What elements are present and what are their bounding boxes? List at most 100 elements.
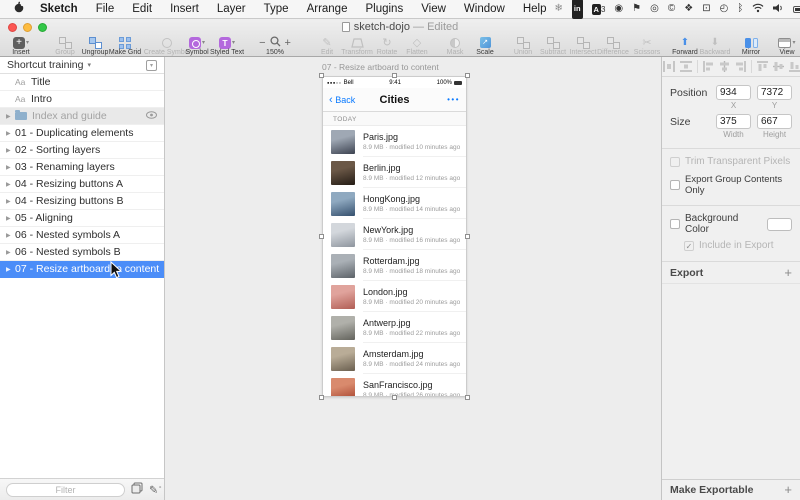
bookmark-status-icon[interactable]: ⚑ [632,0,641,18]
disclosure-triangle-icon[interactable]: ▶ [6,266,15,273]
layer-row-04-resizing-buttons-a[interactable]: ▶ 04 - Resizing buttons A [0,176,164,193]
page-list-toggle-icon[interactable]: ▾ [146,60,157,71]
scale-button[interactable]: ↗ Scale [472,36,498,56]
layer-row-03-renaming-layers[interactable]: ▶ 03 - Renaming layers [0,159,164,176]
artboard-title[interactable]: 07 - Resize artboard to content [322,62,467,72]
close-window-button[interactable] [8,23,17,32]
file-row-paris[interactable]: Paris.jpg8.9 MB · modified 10 minutes ag… [323,126,466,157]
layer-row-07-resize-artboard-to-content[interactable]: ▶ 07 - Resize artboard to content [0,261,164,278]
layer-row-index-and-guide[interactable]: ▶ Index and guide [0,108,164,125]
menu-plugins[interactable]: Plugins [357,0,411,18]
pencil-icon[interactable]: ✎∘ [149,481,162,498]
file-row-rotterdam[interactable]: Rotterdam.jpg8.9 MB · modified 18 minute… [323,250,466,281]
battery-status-icon[interactable] [793,6,800,13]
menu-file[interactable]: File [88,0,123,18]
size-height-input[interactable] [757,114,792,129]
ungroup-button[interactable]: Ungroup [82,36,108,56]
disclosure-triangle-icon[interactable]: ▶ [6,232,15,239]
styled-text-button[interactable]: T▾ Styled Text [214,36,240,56]
filter-input[interactable] [6,483,125,497]
insert-button[interactable]: +▾ Insert [8,36,34,56]
time-machine-status-icon[interactable]: ◴ [720,0,729,18]
resize-handle-middle-right[interactable] [465,234,470,239]
resize-handle-top-center[interactable] [392,73,397,78]
layer-row-title[interactable]: Aa Title [0,74,164,91]
file-row-berlin[interactable]: Berlin.jpg8.9 MB · modified 12 minutes a… [323,157,466,188]
background-color-row[interactable]: Background Color [662,213,800,235]
dropbox-status-icon[interactable]: ❖ [684,0,693,18]
resize-handle-middle-left[interactable] [319,234,324,239]
background-color-well[interactable] [767,218,792,231]
copyright-status-icon[interactable]: © [668,0,675,18]
menu-view[interactable]: View [413,0,454,18]
distribute-horizontally-icon[interactable] [663,61,675,72]
linkedin-status-icon[interactable]: in [572,0,583,19]
disclosure-triangle-icon[interactable]: ▶ [6,113,15,120]
artboard-07-resize-artboard-to-content[interactable]: ●●●○○ Bell 9:41 100% ‹ Back Cities ••• T… [322,76,467,397]
eye-visibility-icon[interactable] [146,110,157,122]
menu-layer[interactable]: Layer [209,0,254,18]
resize-handle-top-left[interactable] [319,73,324,78]
align-bottom-icon[interactable] [789,61,800,72]
disclosure-triangle-icon[interactable]: ▶ [6,249,15,256]
apple-menu-icon[interactable] [8,0,30,18]
zoom-out-button[interactable]: − [259,37,265,49]
menu-help[interactable]: Help [515,0,555,18]
camera-status-icon[interactable]: ◉ [614,0,623,18]
mirror-button[interactable]: Mirror [738,36,764,56]
page-selector[interactable]: Shortcut training ▾ ▾ [0,57,164,74]
position-x-input[interactable] [716,85,751,100]
record-status-icon[interactable]: ◎ [650,0,659,18]
disclosure-triangle-icon[interactable]: ▶ [6,181,15,188]
resize-handle-top-right[interactable] [465,73,470,78]
layer-row-intro[interactable]: Aa Intro [0,91,164,108]
align-top-icon[interactable] [757,61,768,72]
resize-handle-bottom-center[interactable] [392,395,397,400]
file-row-newyork[interactable]: NewYork.jpg8.9 MB · modified 16 minutes … [323,219,466,250]
zoom-window-button[interactable] [38,23,47,32]
menu-window[interactable]: Window [456,0,513,18]
layer-row-04-resizing-buttons-b[interactable]: ▶ 04 - Resizing buttons B [0,193,164,210]
align-middle-icon[interactable] [773,61,784,72]
menu-type[interactable]: Type [256,0,297,18]
layer-row-06-nested-symbols-a[interactable]: ▶ 06 - Nested symbols A [0,227,164,244]
background-color-checkbox[interactable] [670,219,680,229]
export-group-contents-row[interactable]: Export Group Contents Only [662,174,800,196]
layer-row-02-sorting-layers[interactable]: ▶ 02 - Sorting layers [0,142,164,159]
canvas[interactable]: 07 - Resize artboard to content ●●●○○ Be… [165,57,661,500]
file-row-amsterdam[interactable]: Amsterdam.jpg8.9 MB · modified 24 minute… [323,343,466,374]
adobe-cc-status-icon[interactable]: A3 [592,0,606,19]
disclosure-triangle-icon[interactable]: ▶ [6,198,15,205]
disclosure-triangle-icon[interactable]: ▶ [6,164,15,171]
make-exportable-add-button[interactable]: + [784,484,792,496]
layer-row-05-aligning[interactable]: ▶ 05 - Aligning [0,210,164,227]
file-row-antwerp[interactable]: Antwerp.jpg8.9 MB · modified 22 minutes … [323,312,466,343]
align-left-icon[interactable] [703,61,714,72]
make-grid-button[interactable]: Make Grid [112,36,138,56]
disclosure-triangle-icon[interactable]: ▶ [6,147,15,154]
distribute-vertically-icon[interactable] [680,61,692,72]
align-right-icon[interactable] [735,61,746,72]
more-options-dots-icon[interactable]: ••• [447,95,460,104]
snowflake-status-icon[interactable]: ❄ [554,0,562,18]
disclosure-triangle-icon[interactable]: ▶ [6,130,15,137]
file-row-sanfrancisco[interactable]: SanFrancisco.jpg8.9 MB · modified 26 min… [323,374,466,397]
resize-handle-bottom-left[interactable] [319,395,324,400]
file-row-london[interactable]: London.jpg8.9 MB · modified 20 minutes a… [323,281,466,312]
layer-row-01-duplicating-elements[interactable]: ▶ 01 - Duplicating elements [0,125,164,142]
menu-edit[interactable]: Edit [124,0,160,18]
menu-sketch[interactable]: Sketch [32,0,86,18]
view-button[interactable]: ▾ View [774,36,800,56]
position-y-input[interactable] [757,85,792,100]
zoom-in-button[interactable]: + [285,37,291,49]
resize-handle-bottom-right[interactable] [465,395,470,400]
menu-arrange[interactable]: Arrange [299,0,356,18]
wifi-status-icon[interactable] [752,0,764,18]
layer-row-06-nested-symbols-b[interactable]: ▶ 06 - Nested symbols B [0,244,164,261]
pages-icon[interactable] [131,482,143,498]
align-center-horizontal-icon[interactable] [719,61,730,72]
volume-status-icon[interactable] [773,0,784,18]
symbol-button[interactable]: ▾ Symbol [184,36,210,56]
add-export-button[interactable]: + [784,267,792,279]
airplay-status-icon[interactable]: ⊡ [702,0,710,18]
